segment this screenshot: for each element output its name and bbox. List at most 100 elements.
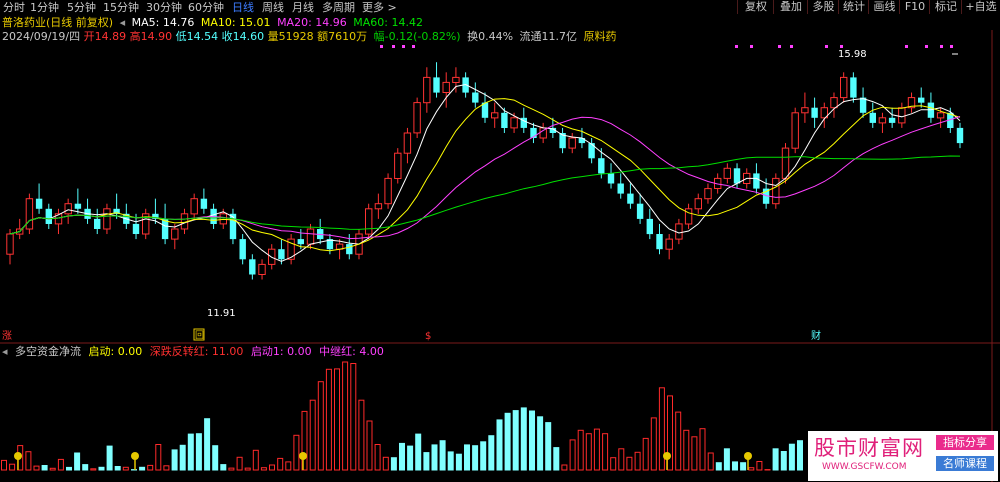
watermark-logo: 股市财富网 WWW.GSCFW.COM 指标分享 名师课程 [808, 431, 998, 481]
candle-body [171, 228, 179, 240]
indicator-bar [797, 440, 803, 471]
signal-dot [392, 45, 395, 48]
indicator-bar [33, 465, 40, 471]
candle-body [297, 239, 304, 245]
candle-body [607, 173, 615, 184]
candle-body [850, 77, 857, 98]
signal-dot [412, 45, 415, 48]
candle-body [598, 158, 605, 174]
indicator-param-qidong: 启动: 0.00 [88, 345, 143, 358]
zhang-marker: 涨 [2, 330, 12, 342]
indicator-bar [220, 464, 227, 471]
watermark-badge-indicator: 指标分享 [936, 435, 994, 450]
indicator-bar [650, 417, 657, 471]
indicator-bar [317, 381, 324, 471]
indicator-bar [569, 439, 576, 471]
indicator-bar [285, 461, 292, 471]
indicator-bar [496, 419, 503, 471]
high-price-label: 15.98 [838, 49, 867, 60]
indicator-bar [350, 363, 357, 471]
indicator-bar [610, 457, 617, 471]
candle-body [627, 193, 634, 204]
watermark-title: 股市财富网 [814, 436, 924, 460]
indicator-bar [1, 459, 7, 471]
indicator-bar [480, 441, 487, 471]
indicator-bar [642, 437, 649, 471]
indicator-bar [74, 452, 81, 471]
candle-body [200, 198, 208, 209]
candle-body [45, 208, 52, 224]
indicator-bar [780, 451, 787, 471]
indicator-bar [634, 451, 641, 471]
candle-body [888, 117, 896, 123]
hui-marker: 回 [195, 330, 204, 341]
candle-body [394, 152, 402, 179]
candle-body [35, 198, 43, 209]
signal-dot [925, 45, 928, 48]
candle-body [898, 107, 906, 124]
candle-body [781, 147, 790, 179]
candle-body [491, 112, 499, 119]
signal-dot [950, 45, 953, 48]
indicator-bar [114, 466, 121, 471]
indicator-bar [204, 418, 211, 471]
candle-body [190, 198, 198, 215]
cai-marker: 财 [811, 329, 821, 342]
indicator-bar [399, 442, 405, 471]
signal-dot [905, 45, 908, 48]
indicator-bar [472, 445, 479, 471]
indicator-bar [252, 449, 259, 471]
indicator-toggle-icon[interactable]: ◂ [2, 345, 8, 358]
indicator-param-qidong1: 启动1: 0.00 [250, 345, 312, 358]
candle-body [501, 112, 508, 128]
kline-chart[interactable]: 15.98 11.91 涨 回 $ 财 [0, 0, 1000, 482]
candle-body [433, 77, 440, 93]
indicator-bar [269, 464, 275, 471]
indicator-bar [57, 458, 64, 471]
indicator-bar [171, 449, 178, 471]
indicator-bar [90, 468, 97, 471]
indicator-bar [41, 465, 48, 471]
indicator-bar [179, 444, 186, 471]
money-bag-body [744, 452, 752, 460]
candle-body [161, 218, 169, 240]
candle-body [94, 218, 101, 229]
ma60-line [9, 155, 961, 235]
candle-body [869, 112, 876, 123]
indicator-histogram [1, 361, 803, 471]
indicator-bar [358, 399, 365, 471]
indicator-bar [187, 433, 194, 471]
candle-body [278, 249, 285, 260]
low-price-label: 11.91 [207, 308, 236, 319]
candle-body [219, 213, 228, 225]
money-bag-icon [131, 452, 139, 470]
indicator-bar [277, 457, 284, 471]
indicator-bar [512, 410, 519, 471]
candle-body [656, 234, 663, 250]
indicator-bar [545, 422, 552, 471]
indicator-bar [293, 434, 300, 471]
indicator-bar [537, 416, 544, 471]
candle-body [936, 112, 945, 119]
indicator-bar [155, 444, 162, 471]
indicator-name[interactable]: 多空资金净流 [15, 345, 81, 358]
indicator-header: ◂ 多空资金净流 启动: 0.00 深跌反转红: 11.00 启动1: 0.00… [2, 345, 388, 359]
candle-body [568, 137, 576, 149]
indicator-bar [520, 407, 527, 471]
indicator-bar [488, 435, 495, 471]
watermark-badge-course: 名师课程 [936, 456, 994, 471]
indicator-bar [366, 420, 373, 471]
candle-body [830, 97, 838, 109]
candle-body [239, 239, 246, 260]
candle-body [617, 183, 624, 194]
candle-body [694, 198, 702, 210]
indicator-bar [66, 466, 72, 471]
indicator-bar [529, 410, 535, 471]
indicator-bar [139, 466, 146, 471]
indicator-bar [464, 444, 470, 471]
candle-body [423, 76, 431, 104]
candle-body [132, 223, 140, 234]
indicator-bar [49, 467, 56, 471]
money-bag-body [299, 452, 307, 460]
indicator-bar [504, 412, 511, 471]
